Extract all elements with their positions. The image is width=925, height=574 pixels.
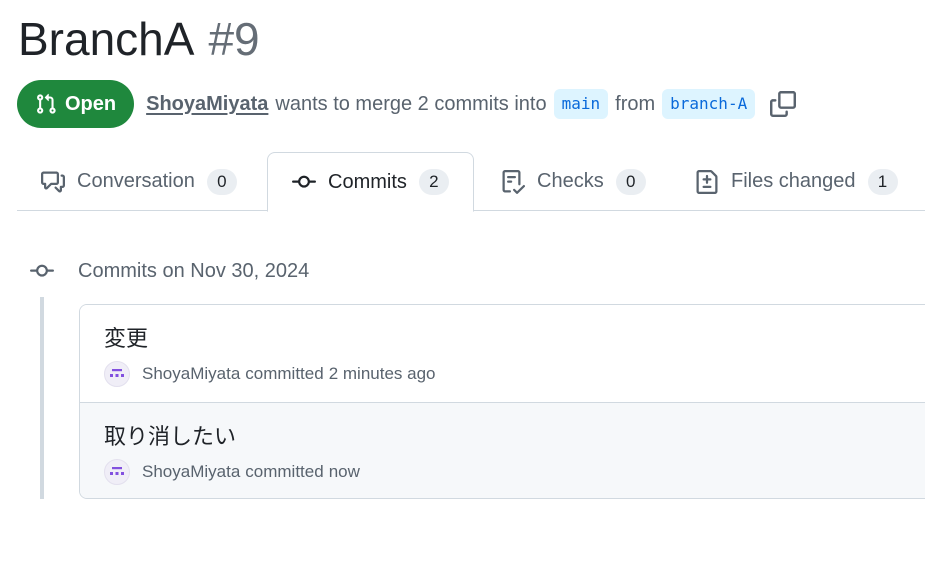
avatar[interactable] <box>104 459 130 485</box>
git-pull-request-icon <box>37 93 56 114</box>
tab-conversation[interactable]: Conversation 0 <box>41 152 237 211</box>
tab-checks-count: 0 <box>615 168 646 195</box>
commit-action: committed <box>245 462 324 481</box>
state-badge-open: Open <box>17 80 135 128</box>
commit-time: now <box>328 462 360 481</box>
pr-tabs: Conversation 0 Commits 2 Checks 0 Files … <box>17 152 925 212</box>
file-diff-icon <box>696 169 718 194</box>
timeline-line <box>40 297 44 499</box>
tab-checks-label: Checks <box>537 170 604 192</box>
copy-icon <box>770 91 797 117</box>
tab-files-changed-count: 1 <box>867 168 898 195</box>
commits-group-header: Commits on Nov 30, 2024 <box>30 258 309 284</box>
identicon-icon <box>110 369 124 377</box>
tab-files-changed-label: Files changed <box>731 170 856 192</box>
tab-conversation-label: Conversation <box>77 170 195 192</box>
state-label: Open <box>65 92 117 115</box>
tab-checks[interactable]: Checks 0 <box>501 152 646 211</box>
commit-list: 変更 ShoyaMiyata committed 2 minutes ago 取… <box>79 304 925 499</box>
commit-action: committed <box>245 364 324 383</box>
git-commit-icon <box>292 175 316 188</box>
from-label: from <box>615 92 656 115</box>
commit-row: 変更 ShoyaMiyata committed 2 minutes ago <box>80 305 925 402</box>
commit-message-link[interactable]: 取り消したい <box>104 419 236 451</box>
commit-time: 2 minutes ago <box>328 364 436 383</box>
pr-header: BranchA #9 <box>18 12 260 70</box>
tab-commits-count: 2 <box>418 169 449 195</box>
tab-commits-label: Commits <box>328 170 407 193</box>
base-branch-link[interactable]: main <box>553 89 609 119</box>
tab-files-changed[interactable]: Files changed 1 <box>695 152 898 211</box>
tab-commits[interactable]: Commits 2 <box>267 152 474 212</box>
pr-author-link[interactable]: ShoyaMiyata <box>146 93 268 116</box>
commit-meta: ShoyaMiyata committed 2 minutes ago <box>104 361 436 387</box>
pr-status-row: Open ShoyaMiyata wants to merge 2 commit… <box>17 80 797 128</box>
commit-message-link[interactable]: 変更 <box>104 321 148 353</box>
tab-conversation-count: 0 <box>206 168 237 195</box>
pr-title: BranchA <box>18 13 195 65</box>
head-branch-link[interactable]: branch-A <box>662 89 756 119</box>
commit-author-link[interactable]: ShoyaMiyata <box>142 462 240 482</box>
commit-meta: ShoyaMiyata committed now <box>104 459 360 485</box>
git-commit-icon <box>30 264 54 277</box>
commit-row: 取り消したい ShoyaMiyata committed now <box>80 402 925 498</box>
pull-request-page: BranchA #9 Open ShoyaMiyata wants to mer… <box>0 0 925 574</box>
copy-branch-button[interactable] <box>769 90 797 118</box>
identicon-icon <box>110 467 124 475</box>
pr-number: #9 <box>208 13 260 65</box>
comment-discussion-icon <box>41 171 65 192</box>
checklist-icon <box>502 169 525 194</box>
merge-description: wants to merge 2 commits into <box>275 92 547 115</box>
commits-group-date: Commits on Nov 30, 2024 <box>78 259 310 282</box>
commit-author-link[interactable]: ShoyaMiyata <box>142 364 240 384</box>
avatar[interactable] <box>104 361 130 387</box>
